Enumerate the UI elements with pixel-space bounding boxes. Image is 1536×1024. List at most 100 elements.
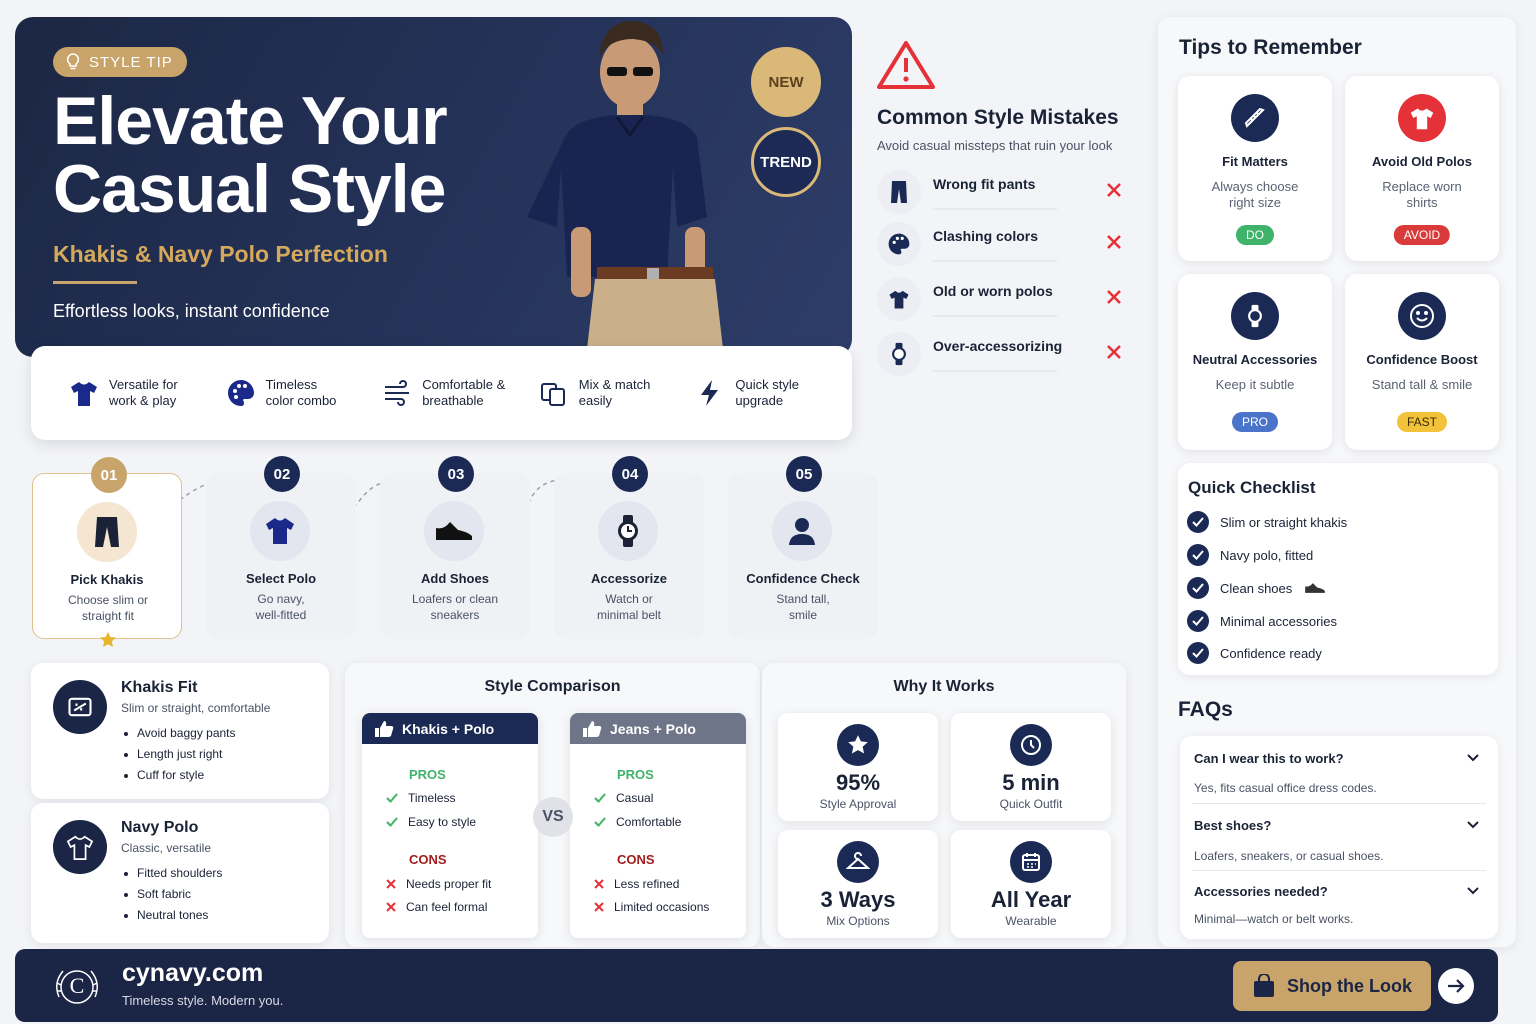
tip-pill: PRO	[1231, 412, 1279, 432]
watch-icon	[1248, 304, 1262, 328]
step-desc: Go navy, well-fitted	[216, 591, 346, 623]
feature-line2: upgrade	[735, 393, 784, 408]
step-desc-line1: Watch or	[605, 592, 653, 606]
mistake-label: Wrong fit pants	[933, 176, 1036, 192]
vs-badge: VS	[533, 797, 573, 837]
checklist-item[interactable]: Navy polo, fitted	[1187, 544, 1313, 566]
check-icon	[1187, 511, 1209, 533]
mistake-item: Old or worn polos	[877, 277, 1122, 323]
cons-label: CONS	[617, 852, 655, 867]
feature-line1: Versatile for	[109, 377, 178, 392]
con-item: Less refined	[594, 877, 679, 891]
step-title: Select Polo	[245, 571, 317, 586]
stat-value: All Year	[990, 887, 1072, 912]
navy-polo-list: Fitted shoulders Soft fabric Neutral ton…	[121, 863, 222, 926]
comparison-title: Style Comparison	[484, 678, 621, 695]
why-title: Why It Works	[893, 678, 995, 695]
faq-answer: Loafers, sneakers, or casual shoes.	[1194, 849, 1384, 863]
x-icon	[594, 902, 604, 912]
mistakes-subtitle: Avoid casual missteps that ruin your loo…	[877, 138, 1113, 153]
feature-line1: Comfortable &	[422, 377, 506, 392]
pros-label: PROS	[617, 767, 654, 782]
tip-pill: FAST	[1396, 412, 1448, 432]
step-number: 01	[91, 457, 127, 493]
x-icon	[386, 902, 396, 912]
tip-icon-wrap	[1398, 94, 1446, 142]
mistake-label: Clashing colors	[933, 228, 1039, 244]
checklist-item[interactable]: Slim or straight khakis	[1187, 511, 1347, 533]
feature-line1: Timeless	[265, 377, 318, 392]
watch-icon	[618, 515, 638, 547]
arrow-right-button[interactable]	[1438, 968, 1474, 1004]
shirt-icon	[889, 290, 909, 309]
khakis-fit-list: Avoid baggy pants Length just right Cuff…	[121, 723, 236, 786]
tip-icon-wrap	[1231, 292, 1279, 340]
step-title: Confidence Check	[746, 571, 860, 586]
check-icon	[1187, 544, 1209, 566]
stat-card: All Year Wearable	[951, 830, 1111, 938]
navy-polo-title: Navy Polo	[121, 819, 199, 836]
step-desc-line1: Choose slim or	[67, 593, 149, 607]
pants-icon	[891, 181, 907, 203]
pants-icon	[95, 517, 119, 547]
check-icon	[386, 817, 398, 827]
step-desc-line1: Stand tall,	[776, 592, 830, 606]
shirt-icon	[71, 382, 97, 406]
step-card: 04 Accessorize Watch or minimal belt	[554, 456, 704, 639]
style-tip-badge: STYLE TIP	[53, 47, 187, 77]
hero-banner: STYLE TIP Elevate Your Casual Style Khaki…	[15, 17, 852, 357]
mistake-icon-wrap	[877, 222, 921, 266]
tip-title: Fit Matters	[1222, 154, 1288, 169]
step-desc-line2: straight fit	[81, 609, 135, 623]
model-photo	[527, 21, 723, 347]
lightbulb-icon	[66, 53, 80, 70]
faq-question: Accessories needed?	[1194, 884, 1328, 899]
tip-icon-wrap	[1398, 292, 1446, 340]
faq-question: Can I wear this to work?	[1194, 751, 1344, 766]
watch-icon	[892, 342, 906, 366]
pro-item: Easy to style	[386, 815, 476, 829]
shoe-icon	[436, 522, 472, 540]
hero-tagline: Effortless looks, instant confidence	[53, 301, 330, 321]
mistake-item: Clashing colors	[877, 222, 1122, 268]
shop-the-look-button[interactable]: Shop the Look	[1233, 961, 1431, 1011]
step-title: Add Shoes	[421, 571, 489, 586]
step-desc: Watch or minimal belt	[564, 591, 694, 623]
comparison-right-card: Jeans + Polo PROS Casual Comfortable CON…	[570, 713, 746, 938]
calendar-icon	[1010, 841, 1052, 883]
con-text: Needs proper fit	[406, 877, 492, 891]
checklist-label: Confidence ready	[1220, 645, 1322, 661]
shirt-icon	[53, 820, 107, 874]
mistake-label: Over-accessorizing	[933, 338, 1063, 354]
hero-divider	[53, 281, 137, 284]
x-icon	[1107, 290, 1121, 304]
ruler-icon	[1244, 107, 1265, 128]
comparison-left-header: Khakis + Polo	[362, 713, 538, 744]
arrow-right-icon	[1448, 979, 1465, 993]
checklist-title: Quick Checklist	[1188, 478, 1316, 497]
checklist-item[interactable]: Confidence ready	[1187, 642, 1322, 664]
comparison-left-card: Khakis + Polo PROS Timeless Easy to styl…	[362, 713, 538, 938]
brand-logo: C	[51, 961, 103, 1013]
comparison-right-header: Jeans + Polo	[570, 713, 746, 744]
checklist-label: Navy polo, fitted	[1220, 547, 1314, 563]
pro-text: Timeless	[408, 791, 456, 805]
khakis-fit-title: Khakis Fit	[121, 679, 198, 696]
feature-line1: Quick style	[735, 377, 799, 392]
check-icon	[594, 793, 606, 803]
person-icon	[789, 518, 815, 545]
step-number: 04	[612, 456, 648, 492]
checklist-item[interactable]: Clean shoes	[1187, 577, 1327, 599]
tip-title: Neutral Accessories	[1192, 352, 1318, 367]
step-title: Accessorize	[591, 571, 667, 586]
tip-desc-line2: right size	[1228, 195, 1282, 210]
step-card: 03 Add Shoes Loafers or clean sneakers	[380, 456, 530, 639]
step-icon-wrap	[250, 501, 310, 561]
stat-label: Quick Outfit	[999, 797, 1063, 811]
tip-desc: Stand tall & smile	[1371, 377, 1473, 392]
brand-site[interactable]: cynavy.com	[122, 959, 263, 988]
wind-icon	[385, 380, 410, 406]
checklist-item[interactable]: Minimal accessories	[1187, 610, 1337, 632]
feature-item: Timeless color combo	[226, 377, 383, 409]
smile-icon	[1410, 304, 1434, 328]
